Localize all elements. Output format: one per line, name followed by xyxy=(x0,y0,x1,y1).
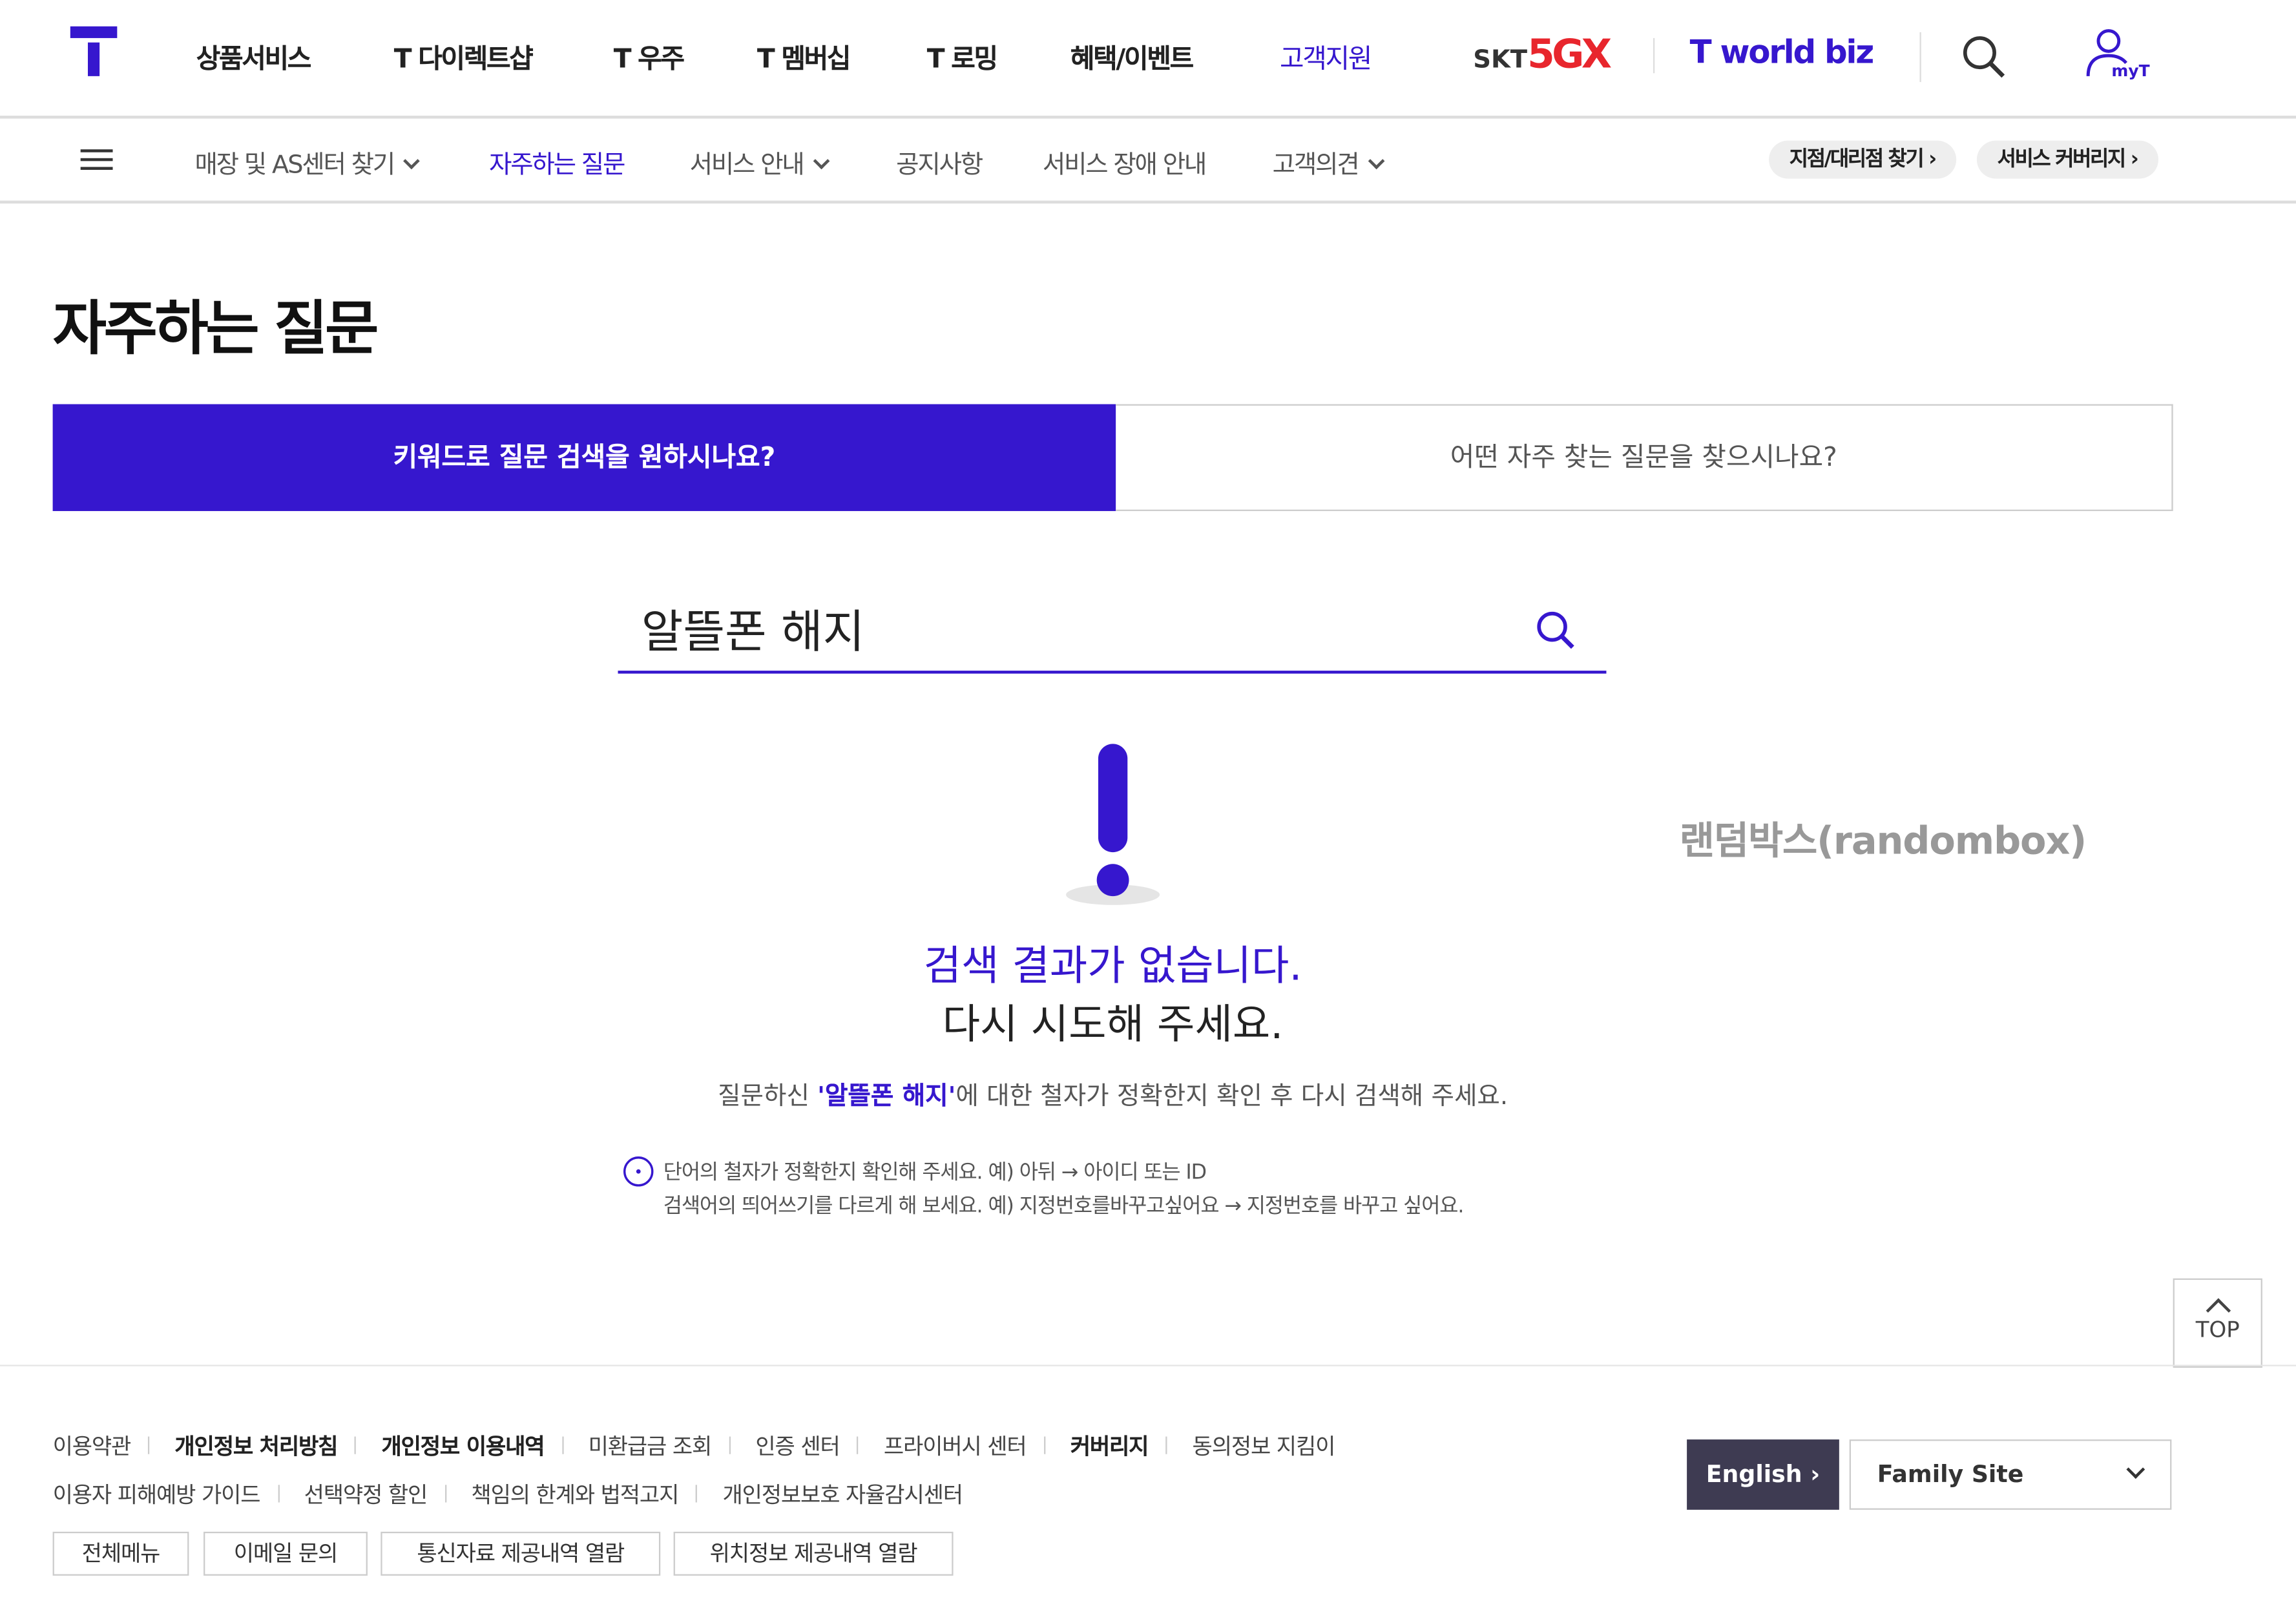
chevron-down-icon xyxy=(1367,152,1384,170)
nav-direct-shop[interactable]: T 다이렉트샵 xyxy=(394,38,534,76)
top-button[interactable]: TOP xyxy=(2173,1278,2262,1368)
footer-links-row2: 이용자 피해예방 가이드 선택약정 할인 책임의 한계와 법적고지 개인정보보호… xyxy=(53,1479,963,1510)
location-data-button[interactable]: 위치정보 제공내역 열람 xyxy=(673,1531,954,1576)
label: 고객의견 xyxy=(1272,151,1360,180)
footer-link[interactable]: 책임의 한계와 법적고지 xyxy=(471,1482,679,1509)
email-inquiry-button[interactable]: 이메일 문의 xyxy=(204,1531,368,1576)
all-menu-button[interactable]: 전체메뉴 xyxy=(52,1531,189,1576)
store-finder-pill[interactable]: 지점/대리점 찾기 › xyxy=(1769,140,1956,179)
label: 서비스 장애 안내 xyxy=(1042,151,1207,180)
subnav-outage[interactable]: 서비스 장애 안내 xyxy=(1042,143,1207,180)
english-button[interactable]: English › xyxy=(1687,1439,1839,1510)
footer-link[interactable]: 인증 센터 xyxy=(755,1434,840,1460)
footer-link[interactable]: 동의정보 지킴이 xyxy=(1193,1434,1336,1460)
footer-links-row1: 이용약관 개인정보 처리방침 개인정보 이용내역 미환급금 조회 인증 센터 프… xyxy=(53,1430,1336,1461)
nav-t-universe[interactable]: T 우주 xyxy=(614,38,685,76)
nav-products[interactable]: 상품서비스 xyxy=(196,38,312,76)
no-result-description: 질문하신 '알뜰폰 해지'에 대한 철자가 정확한지 확인 후 다시 검색해 주… xyxy=(718,1082,1508,1112)
nav-events[interactable]: 혜택/이벤트 xyxy=(1070,38,1194,76)
myt-button[interactable]: myT xyxy=(2082,26,2155,88)
subnav-faq[interactable]: 자주하는 질문 xyxy=(489,143,625,180)
nav-membership[interactable]: T 멤버십 xyxy=(757,38,851,76)
divider xyxy=(1919,32,1921,82)
search-icon[interactable] xyxy=(1534,609,1578,653)
skt-text: SKT xyxy=(1473,45,1528,75)
label: 공지사항 xyxy=(896,151,983,180)
search-icon[interactable] xyxy=(1959,32,2009,82)
randombox-label: 랜덤박스(randombox) xyxy=(1679,820,2087,864)
footer-link[interactable]: 이용약관 xyxy=(53,1434,132,1460)
label: English xyxy=(1706,1459,1802,1488)
tip-spelling: 단어의 철자가 정확한지 확인해 주세요. 예) 아뒤 → 아이디 또는 ID xyxy=(663,1161,1207,1185)
chevron-down-icon xyxy=(812,152,830,170)
nav-support[interactable]: 고객지원 xyxy=(1280,38,1372,76)
divider xyxy=(1653,37,1655,74)
footer-link[interactable]: 선택약정 할인 xyxy=(304,1482,428,1509)
chevron-down-icon xyxy=(2126,1460,2145,1479)
nav-roaming[interactable]: T 로밍 xyxy=(927,38,998,76)
t-world-biz-logo[interactable]: T world biz xyxy=(1690,35,1875,72)
label: 서비스 안내 xyxy=(689,151,805,180)
myt-label: myT xyxy=(2111,61,2150,81)
chevron-down-icon xyxy=(403,152,421,170)
label: Family Site xyxy=(1877,1459,2024,1488)
footer-link[interactable]: 커버리지 xyxy=(1070,1434,1149,1460)
footer-link[interactable]: 미환급금 조회 xyxy=(589,1434,713,1460)
label: 매장 및 AS센터 찾기 xyxy=(194,151,395,180)
exclamation-icon xyxy=(1066,744,1160,908)
footer-link[interactable]: 개인정보 처리방침 xyxy=(174,1434,338,1460)
subnav-service-guide[interactable]: 서비스 안내 xyxy=(689,143,830,180)
tip-spacing: 검색어의 띄어쓰기를 다르게 해 보세요. 예) 지정번호를바꾸고싶어요 → 지… xyxy=(663,1195,1465,1218)
page-title: 자주하는 질문 xyxy=(52,295,379,364)
t-logo[interactable] xyxy=(70,26,118,76)
retry-message: 다시 시도해 주세요. xyxy=(942,1000,1284,1049)
search-field[interactable]: 알뜰폰 해지 xyxy=(618,580,1607,674)
coverage-pill[interactable]: 서비스 커버리지 › xyxy=(1976,140,2158,179)
footer-divider xyxy=(0,1364,2296,1366)
subnav-notice[interactable]: 공지사항 xyxy=(896,143,983,180)
family-site-select[interactable]: Family Site xyxy=(1849,1439,2172,1510)
search-input[interactable]: 알뜰폰 해지 xyxy=(642,594,865,660)
skt-5gx-logo[interactable]: SKT5GX xyxy=(1473,32,1612,78)
footer-link[interactable]: 이용자 피해예방 가이드 xyxy=(53,1482,261,1509)
menu-icon[interactable] xyxy=(80,149,113,170)
label: 자주하는 질문 xyxy=(489,151,625,180)
header-divider xyxy=(0,116,2296,119)
no-result-title: 검색 결과가 없습니다. xyxy=(923,941,1302,990)
5gx-text: 5GX xyxy=(1527,32,1612,78)
telecom-data-button[interactable]: 통신자료 제공내역 열람 xyxy=(381,1531,661,1576)
footer-link[interactable]: 개인정보 이용내역 xyxy=(381,1434,545,1460)
subnav-divider xyxy=(0,200,2296,204)
tab-keyword-search[interactable]: 키워드로 질문 검색을 원하시나요? xyxy=(52,404,1116,512)
subnav-store-finder[interactable]: 매장 및 AS센터 찾기 xyxy=(194,143,421,180)
subnav-feedback[interactable]: 고객의견 xyxy=(1272,143,1384,180)
footer-link[interactable]: 프라이버시 센터 xyxy=(884,1434,1027,1460)
tab-frequent-questions[interactable]: 어떤 자주 찾는 질문을 찾으시나요? xyxy=(1116,404,2173,512)
footer-link[interactable]: 개인정보보호 자율감시센터 xyxy=(722,1482,963,1509)
info-icon xyxy=(623,1156,654,1187)
